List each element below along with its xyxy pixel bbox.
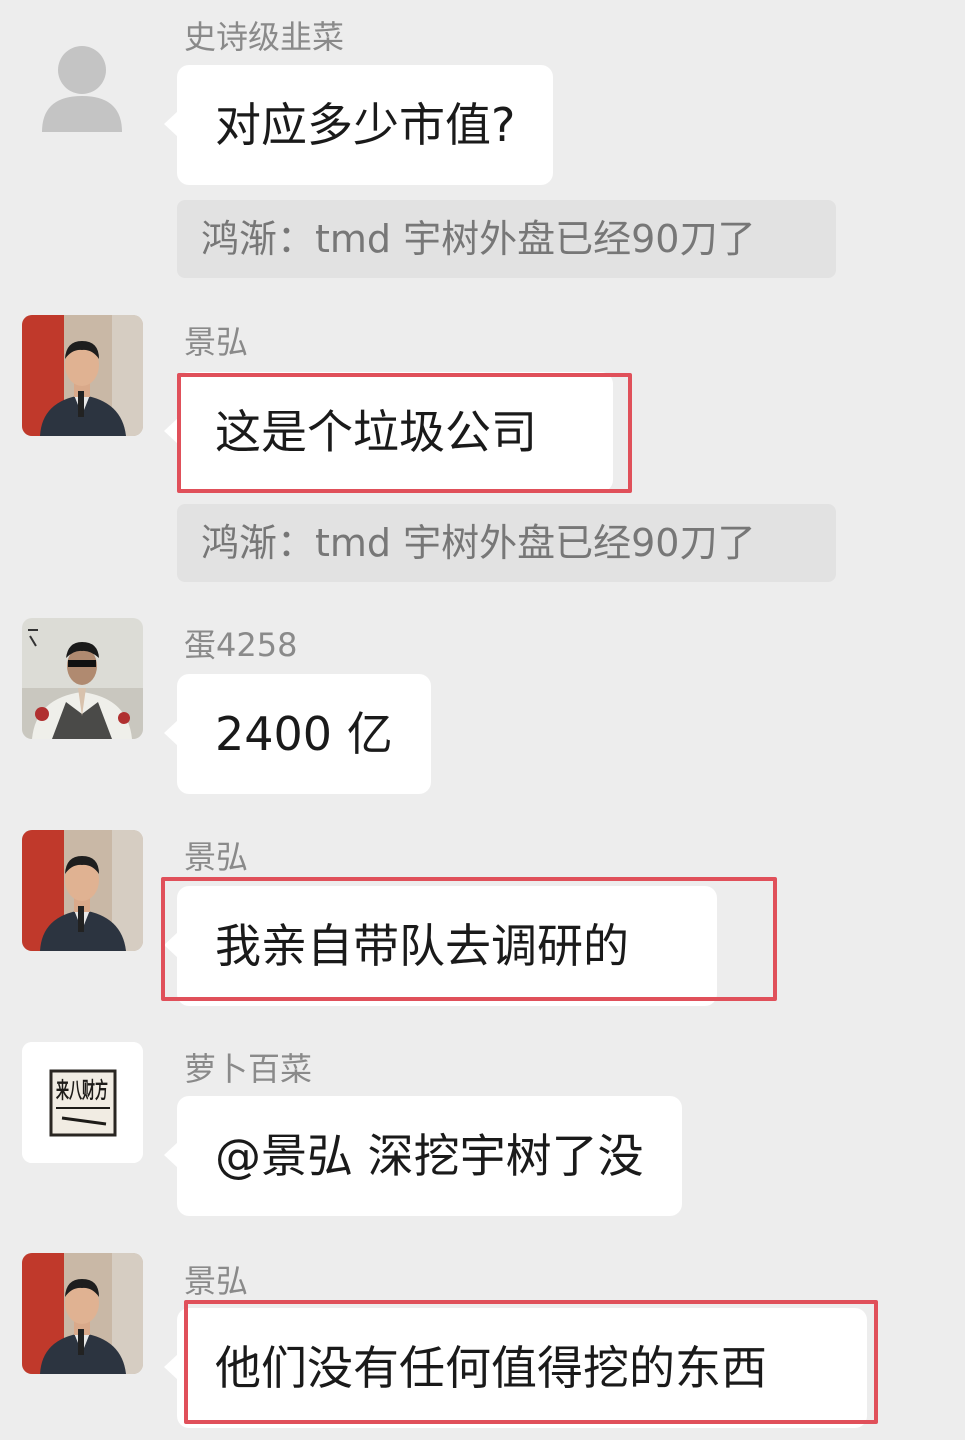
calligraphy-seal: 来八财方 [22, 1042, 143, 1163]
avatar-default[interactable] [22, 26, 143, 147]
avatar-dan4258[interactable] [22, 618, 143, 739]
sender-name: 景弘 [184, 1262, 249, 1300]
man-speaking-photo [22, 830, 143, 951]
sender-name: 萝卜百菜 [184, 1050, 313, 1088]
man-speaking-photo [22, 1253, 143, 1374]
avatar-jinghong[interactable] [22, 315, 143, 436]
sender-name: 蛋4258 [184, 626, 298, 664]
message-bubble[interactable]: 对应多少市值? [163, 65, 554, 185]
avatar-jinghong[interactable] [22, 830, 143, 951]
sender-name: 景弘 [184, 323, 249, 361]
avatar-luobo[interactable]: 来八财方 [22, 1042, 143, 1163]
quoted-message[interactable]: 鸿渐：tmd 宇树外盘已经90刀了 [177, 200, 836, 278]
quoted-message[interactable]: 鸿渐：tmd 宇树外盘已经90刀了 [177, 504, 836, 582]
sender-name: 史诗级韭菜 [184, 18, 345, 56]
stylized-portrait [22, 618, 143, 739]
message-bubble[interactable]: 我亲自带队去调研的 [164, 886, 717, 1006]
seal-text: 来八财方 [55, 1078, 108, 1104]
sender-name: 景弘 [184, 838, 249, 876]
message-bubble[interactable]: @景弘 深挖宇树了没 [164, 1096, 682, 1216]
message-bubble[interactable]: 这是个垃圾公司 [164, 372, 613, 492]
message-bubble[interactable]: 2400 亿 [164, 674, 431, 794]
avatar-jinghong[interactable] [22, 1253, 143, 1374]
default-user-icon [42, 46, 122, 132]
man-speaking-photo [22, 315, 143, 436]
message-bubble[interactable]: 他们没有任何值得挖的东西 [164, 1308, 867, 1428]
